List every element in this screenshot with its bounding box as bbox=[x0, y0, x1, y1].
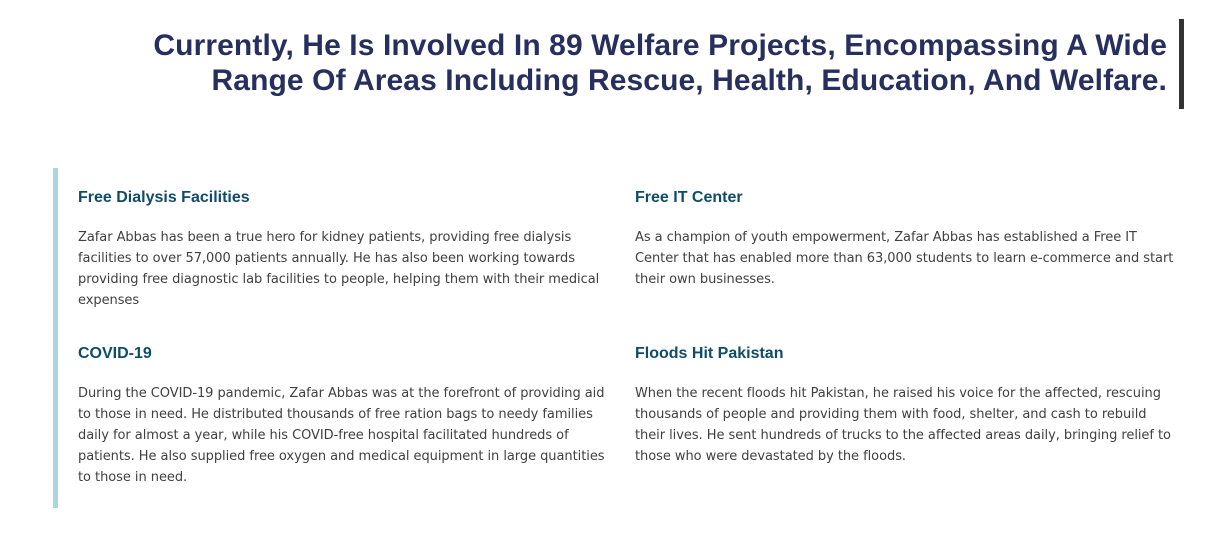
card-title: Free IT Center bbox=[635, 189, 743, 206]
card-free-it-center: Free IT Center As a champion of youth em… bbox=[635, 188, 1175, 290]
card-free-dialysis: Free Dialysis Facilities Zafar Abbas has… bbox=[78, 188, 618, 311]
headline-line-1: Currently, He Is Involved In 89 Welfare … bbox=[153, 29, 1167, 62]
card-body: When the recent floods hit Pakistan, he … bbox=[635, 386, 1171, 464]
headline-line-2: Range Of Areas Including Rescue, Health,… bbox=[211, 64, 1167, 97]
headline-block: Currently, He Is Involved In 89 Welfare … bbox=[120, 19, 1184, 109]
card-body: As a champion of youth empowerment, Zafa… bbox=[635, 230, 1174, 287]
card-body: Zafar Abbas has been a true hero for kid… bbox=[78, 230, 600, 308]
page-headline: Currently, He Is Involved In 89 Welfare … bbox=[120, 19, 1167, 98]
card-floods-pakistan: Floods Hit Pakistan When the recent floo… bbox=[635, 344, 1175, 467]
card-covid-19: COVID-19 During the COVID-19 pandemic, Z… bbox=[78, 344, 618, 488]
welfare-projects-section: Free Dialysis Facilities Zafar Abbas has… bbox=[53, 168, 1178, 508]
card-title: Floods Hit Pakistan bbox=[635, 345, 784, 362]
card-title: Free Dialysis Facilities bbox=[78, 189, 250, 206]
card-body: During the COVID-19 pandemic, Zafar Abba… bbox=[78, 386, 605, 485]
card-title: COVID-19 bbox=[78, 345, 152, 362]
